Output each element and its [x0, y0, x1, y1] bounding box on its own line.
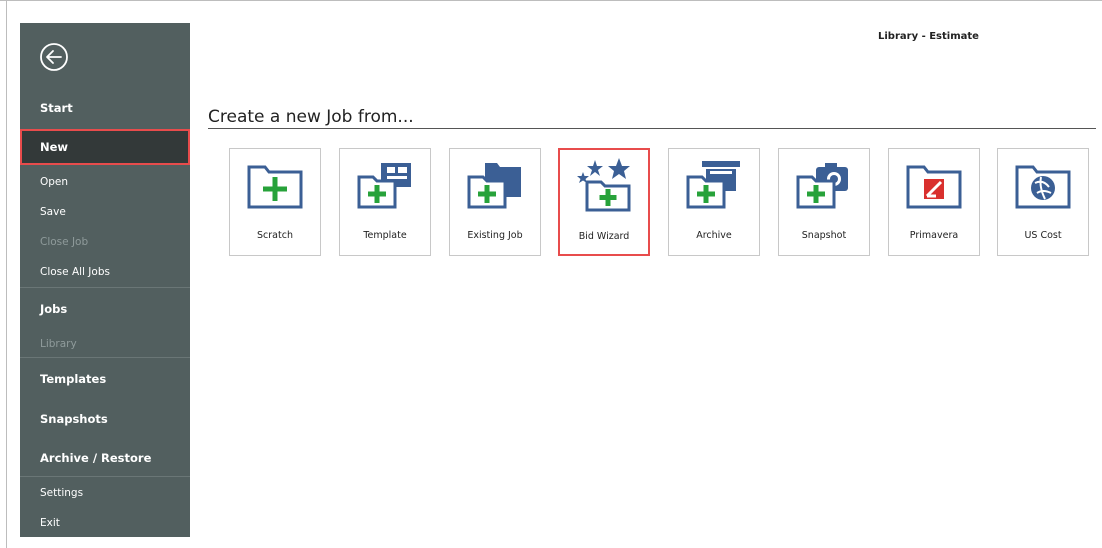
us-cost-icon — [1015, 165, 1071, 209]
sidebar-item-exit[interactable]: Exit — [20, 517, 190, 529]
tile-template[interactable]: Template — [339, 148, 431, 256]
heading-divider — [208, 128, 1096, 129]
sidebar-item-settings[interactable]: Settings — [20, 487, 190, 499]
existing-job-folder-icon — [467, 163, 521, 209]
back-arrow-icon[interactable] — [38, 41, 70, 73]
sidebar-item-open[interactable]: Open — [20, 176, 190, 188]
archive-folder-icon — [686, 161, 740, 209]
camera-folder-icon — [796, 163, 848, 209]
page-title: Create a new Job from... — [208, 107, 414, 127]
sidebar-item-close-job: Close Job — [40, 236, 89, 248]
tile-primavera[interactable]: Primavera — [888, 148, 980, 256]
sidebar-section-snapshots[interactable]: Snapshots — [20, 412, 190, 426]
sidebar-section-jobs[interactable]: Jobs — [20, 302, 190, 316]
window-left-border — [6, 0, 7, 548]
backstage-sidebar: Start New Open Save Close Job Close All … — [20, 23, 190, 537]
primavera-icon — [906, 165, 962, 209]
sidebar-divider — [20, 357, 190, 358]
tile-label: Primavera — [909, 230, 959, 241]
tile-existing-job[interactable]: Existing Job — [449, 148, 541, 256]
tile-label: Scratch — [257, 230, 293, 241]
template-folder-icon — [357, 163, 411, 209]
sidebar-item-new[interactable]: New — [20, 129, 190, 165]
tile-scratch[interactable]: Scratch — [229, 148, 321, 256]
sidebar-item-close-all-jobs[interactable]: Close All Jobs — [20, 266, 190, 278]
tile-label: Archive — [696, 230, 732, 241]
sidebar-section-archive-restore[interactable]: Archive / Restore — [20, 451, 190, 465]
tile-us-cost[interactable]: US Cost — [997, 148, 1089, 256]
tile-archive[interactable]: Archive — [668, 148, 760, 256]
sidebar-divider — [20, 476, 190, 477]
window-top-border — [0, 0, 1102, 1]
folder-plus-icon — [247, 165, 303, 209]
tile-label: Snapshot — [801, 230, 847, 241]
bid-wizard-stars-icon — [577, 158, 631, 212]
tile-label: Template — [363, 230, 407, 241]
tile-label: Existing Job — [467, 230, 523, 241]
tile-label: US Cost — [1024, 230, 1062, 241]
tile-snapshot[interactable]: Snapshot — [778, 148, 870, 256]
tile-bid-wizard[interactable]: Bid Wizard — [558, 148, 650, 256]
sidebar-section-templates[interactable]: Templates — [20, 372, 190, 386]
sidebar-item-save[interactable]: Save — [20, 206, 190, 218]
window-title: Library - Estimate — [878, 31, 979, 42]
tile-label: Bid Wizard — [578, 231, 630, 242]
sidebar-divider — [20, 287, 190, 288]
sidebar-section-start: Start — [40, 101, 73, 115]
sidebar-item-library: Library — [40, 338, 77, 350]
